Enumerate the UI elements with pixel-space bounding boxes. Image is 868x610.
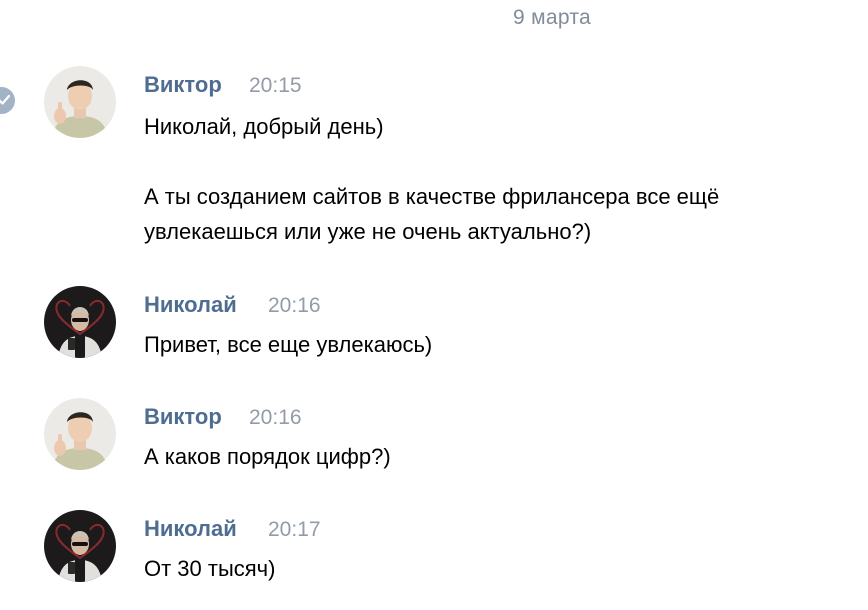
avatar[interactable] xyxy=(44,398,116,470)
avatar[interactable] xyxy=(44,510,116,582)
message-line: От 30 тысяч) xyxy=(144,556,276,581)
message-line: А каков порядок цифр?) xyxy=(144,444,391,469)
message-line: Привет, все еще увлекаюсь) xyxy=(144,332,433,357)
message-time[interactable]: 20:16 xyxy=(249,406,302,430)
message-time[interactable]: 20:16 xyxy=(268,294,321,318)
message-author[interactable]: Виктор xyxy=(144,404,222,430)
message-line: Николай, добрый день) xyxy=(144,114,384,139)
avatar[interactable] xyxy=(44,286,116,358)
message-line: увлекаешься или уже не очень актуально?) xyxy=(144,219,592,244)
message-author[interactable]: Николай xyxy=(144,516,237,542)
message-time[interactable]: 20:15 xyxy=(249,74,302,98)
avatar[interactable] xyxy=(44,66,116,138)
message-time[interactable]: 20:17 xyxy=(268,518,321,542)
selected-check-icon[interactable] xyxy=(0,87,15,114)
message-author[interactable]: Виктор xyxy=(144,72,222,98)
chat-history: 9 марта Виктор 20:15 Николай, добрый ден… xyxy=(0,0,868,610)
message-author[interactable]: Николай xyxy=(144,292,237,318)
date-divider: 9 марта xyxy=(512,6,591,29)
